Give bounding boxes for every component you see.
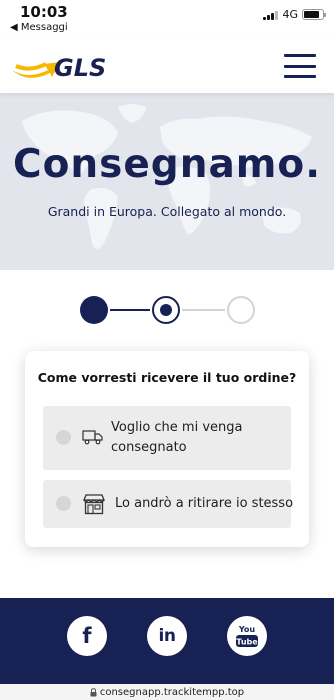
status-indicators: 4G bbox=[263, 8, 326, 21]
linkedin-button[interactable]: in bbox=[147, 616, 187, 656]
delivery-question: Come vorresti ricevere il tuo ordine? bbox=[37, 370, 297, 385]
signal-strength-icon bbox=[263, 10, 279, 20]
page: 10:03 ◀ Messaggi 4G GLS Consegnamo. Gran… bbox=[0, 0, 334, 700]
option-pickup-label: Lo andrò a ritirare io stesso bbox=[115, 496, 294, 511]
option-home-delivery-label: Voglio che mi venga consegnato bbox=[111, 420, 243, 455]
status-time: 10:03 bbox=[20, 3, 68, 21]
youtube-icon: You Tube bbox=[236, 625, 258, 647]
site-header: GLS bbox=[0, 38, 334, 93]
step-1-completed bbox=[80, 296, 108, 324]
option-pickup[interactable]: Lo andrò a ritirare io stesso bbox=[43, 480, 294, 528]
battery-icon bbox=[302, 9, 326, 20]
browser-url-bar[interactable]: consegnapp.trackitempp.top bbox=[0, 684, 334, 700]
youtube-button[interactable]: You Tube bbox=[227, 616, 267, 656]
gls-logo[interactable]: GLS bbox=[10, 50, 120, 82]
svg-text:Tube: Tube bbox=[236, 638, 258, 647]
linkedin-icon: in bbox=[158, 626, 176, 646]
hamburger-menu-icon[interactable] bbox=[284, 54, 316, 78]
delivery-choice-card: Come vorresti ricevere il tuo ordine? Vo… bbox=[25, 351, 309, 547]
network-type: 4G bbox=[282, 8, 298, 21]
option-home-delivery[interactable]: Voglio che mi venga consegnato bbox=[43, 406, 291, 470]
facebook-button[interactable]: f bbox=[67, 616, 107, 656]
step-3-pending bbox=[227, 296, 255, 324]
page-url: consegnapp.trackitempp.top bbox=[99, 686, 245, 698]
logo-text: GLS bbox=[54, 54, 106, 82]
step-connector-2 bbox=[182, 309, 225, 311]
radio-home-delivery[interactable] bbox=[56, 430, 71, 445]
delivery-truck-icon bbox=[82, 430, 103, 445]
step-2-current bbox=[152, 296, 180, 324]
back-to-messages-link[interactable]: ◀ Messaggi bbox=[10, 22, 68, 33]
hero-banner: Consegnamo. Grandi in Europa. Collegato … bbox=[0, 93, 334, 270]
site-footer: f in You Tube bbox=[0, 598, 334, 684]
shop-icon bbox=[83, 494, 105, 515]
status-bar: 10:03 ◀ Messaggi 4G bbox=[0, 0, 334, 38]
step-connector-1 bbox=[110, 309, 150, 311]
facebook-icon: f bbox=[82, 624, 92, 648]
hero-subtitle: Grandi in Europa. Collegato al mondo. bbox=[47, 204, 287, 219]
lock-icon bbox=[90, 687, 97, 696]
svg-text:You: You bbox=[238, 625, 256, 634]
hero-title: Consegnamo. bbox=[12, 142, 322, 187]
radio-pickup[interactable] bbox=[56, 496, 71, 511]
progress-stepper bbox=[80, 295, 255, 325]
